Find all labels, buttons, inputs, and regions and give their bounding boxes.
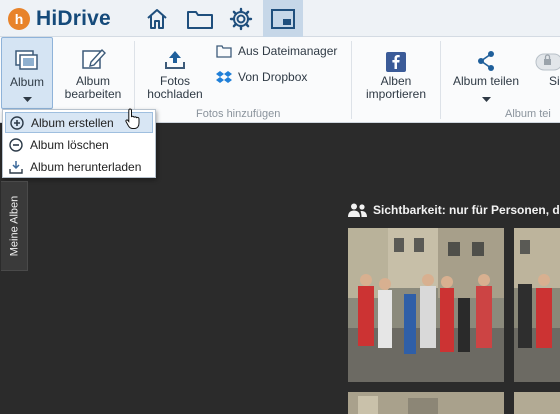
separator (351, 41, 352, 119)
chevron-down-icon (22, 92, 32, 105)
sichtbarkeit-button[interactable]: Si (532, 37, 560, 109)
album-photo-thumbnail[interactable] (348, 392, 504, 414)
folder-icon[interactable] (180, 0, 220, 37)
top-bar: h HiDrive (0, 0, 560, 37)
fotos-hochladen-label-2: hochladen (147, 87, 203, 101)
album-bearbeiten-button[interactable]: Album bearbeiten (58, 37, 128, 109)
sichtbarkeit-label: Si (549, 74, 560, 88)
von-dropbox-button[interactable]: Von Dropbox (216, 69, 307, 85)
group-label-album-teilen: Album tei (505, 108, 551, 120)
aus-dateimanager-button[interactable]: Aus Dateimanager (216, 43, 337, 59)
photo-icon[interactable] (263, 0, 303, 37)
aus-dateimanager-label: Aus Dateimanager (238, 44, 338, 58)
edit-icon (80, 37, 106, 75)
separator (440, 41, 441, 119)
plus-circle-icon (10, 115, 24, 130)
album-teilen-label: Album teilen (452, 74, 520, 88)
alben-importieren-button[interactable]: Alben importieren (358, 37, 434, 109)
menu-item-label: Album löschen (30, 137, 109, 152)
album-icon (14, 38, 40, 76)
visibility-info: Sichtbarkeit: nur für Personen, d (348, 203, 560, 217)
logo-mark-icon: h (8, 8, 30, 30)
lock-icon (532, 37, 560, 75)
menu-item-label: Album erstellen (31, 115, 114, 130)
gear-icon[interactable] (221, 0, 261, 37)
minus-circle-icon (9, 137, 23, 152)
logo-text: HiDrive (36, 7, 111, 30)
home-icon[interactable] (137, 0, 177, 37)
chevron-down-icon (481, 92, 491, 105)
download-icon (9, 160, 23, 174)
alben-importieren-label-2: importieren (365, 87, 427, 101)
album-label: Album (9, 75, 44, 89)
meine-alben-tab[interactable]: Meine Alben (1, 181, 28, 271)
hidrive-logo[interactable]: h HiDrive (8, 7, 111, 31)
hand-cursor-icon (125, 108, 143, 133)
menu-item-album-loeschen[interactable]: Album löschen (5, 134, 153, 155)
share-icon (476, 37, 496, 75)
album-photo-thumbnail[interactable] (348, 228, 504, 382)
upload-icon (163, 37, 187, 75)
album-teilen-button[interactable]: Album teilen (447, 37, 525, 109)
group-label-fotos-hinzufuegen: Fotos hinzufügen (196, 108, 281, 120)
menu-item-album-herunterladen[interactable]: Album herunterladen (5, 156, 153, 177)
album-photo-thumbnail[interactable] (514, 228, 560, 382)
meine-alben-label: Meine Alben (8, 195, 21, 257)
album-bearbeiten-label-2: bearbeiten (64, 87, 122, 101)
album-photo-thumbnail[interactable] (514, 392, 560, 414)
people-icon (348, 203, 368, 217)
album-button[interactable]: Album (1, 37, 53, 109)
folder-outline-icon (216, 43, 232, 59)
visibility-text: Sichtbarkeit: nur für Personen, d (373, 203, 560, 217)
fotos-hochladen-button[interactable]: Fotos hochladen (141, 37, 209, 109)
facebook-icon (386, 37, 406, 75)
menu-item-label: Album herunterladen (30, 159, 142, 174)
dropbox-icon (216, 69, 232, 85)
von-dropbox-label: Von Dropbox (238, 70, 308, 84)
